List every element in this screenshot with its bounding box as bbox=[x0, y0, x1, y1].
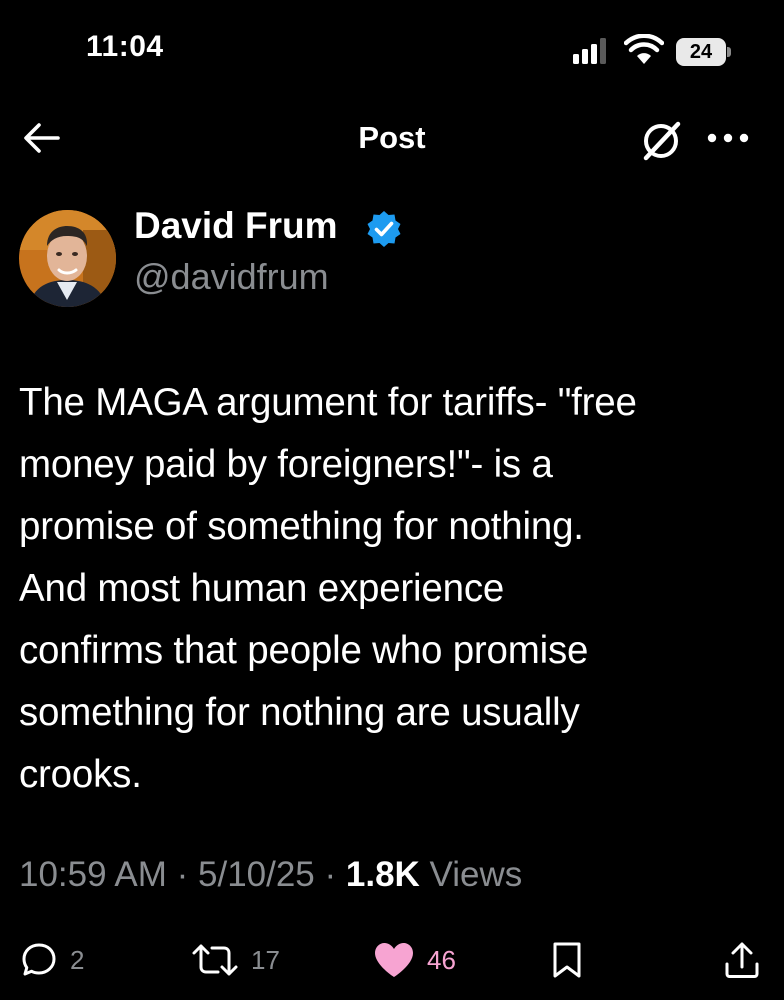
bookmark-icon bbox=[553, 942, 581, 978]
repost-count: 17 bbox=[251, 944, 280, 975]
reply-icon bbox=[22, 943, 56, 976]
tweet-time: 10:59 AM bbox=[19, 855, 167, 894]
cellular-signal-icon bbox=[573, 38, 606, 64]
author-handle[interactable]: @davidfrum bbox=[134, 256, 329, 298]
grok-icon[interactable] bbox=[638, 118, 686, 162]
tweet-meta: 10:59 AM · 5/10/25 · 1.8K Views bbox=[19, 855, 522, 895]
like-count: 46 bbox=[427, 944, 456, 975]
share-icon bbox=[725, 942, 759, 978]
repost-icon bbox=[192, 944, 238, 976]
author-name[interactable]: David Frum bbox=[134, 205, 338, 247]
bookmark-button[interactable] bbox=[551, 938, 583, 982]
like-button[interactable]: 46 bbox=[373, 938, 456, 982]
meta-separator: · bbox=[314, 855, 346, 894]
views-label: Views bbox=[419, 855, 523, 894]
views-count[interactable]: 1.8K bbox=[346, 855, 420, 894]
verified-badge-icon bbox=[367, 211, 401, 247]
tweet-text: The MAGA argument for tariffs- "free mon… bbox=[19, 381, 637, 796]
like-heart-icon bbox=[375, 943, 413, 977]
share-button[interactable] bbox=[722, 938, 762, 982]
meta-separator: · bbox=[166, 855, 198, 894]
repost-button[interactable]: 17 bbox=[191, 938, 280, 982]
avatar[interactable] bbox=[19, 210, 116, 307]
reply-button[interactable]: 2 bbox=[20, 938, 84, 982]
status-time: 11:04 bbox=[86, 30, 164, 63]
avatar-photo bbox=[19, 210, 116, 307]
tweet-date: 5/10/25 bbox=[198, 855, 315, 894]
battery-icon: 24 bbox=[676, 38, 732, 68]
reply-count: 2 bbox=[70, 944, 85, 975]
battery-level: 24 bbox=[676, 38, 726, 66]
more-options-icon[interactable] bbox=[706, 128, 750, 148]
wifi-icon bbox=[624, 34, 664, 64]
